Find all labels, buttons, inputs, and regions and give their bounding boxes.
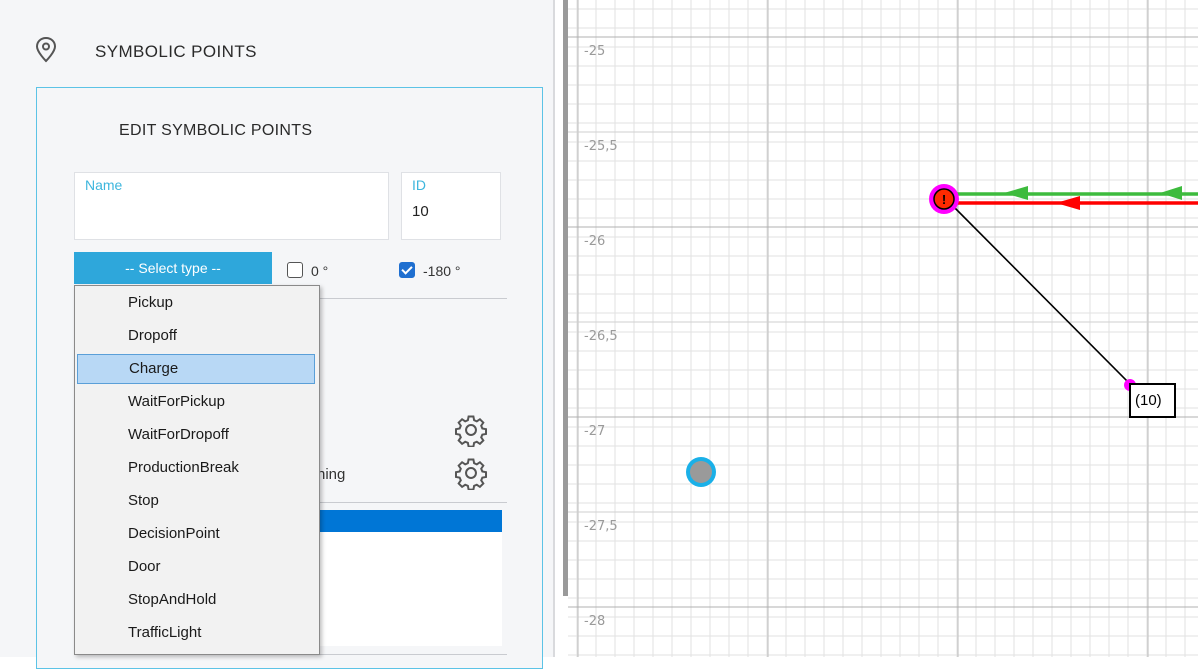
settings-gear-icon[interactable] <box>454 456 488 490</box>
symbolic-point-label: (10) <box>1135 392 1162 409</box>
dropdown-option[interactable]: StopAndHold <box>77 585 315 615</box>
panel-title: SYMBOLIC POINTS <box>95 42 257 61</box>
angle-180-checkbox[interactable] <box>399 262 415 278</box>
dropdown-option[interactable]: Pickup <box>77 288 315 318</box>
name-field[interactable]: Name <box>74 172 389 240</box>
robot-node-inner <box>690 461 712 483</box>
id-value: 10 <box>412 203 429 220</box>
y-axis-label: -26,5 <box>584 329 618 344</box>
panel-border <box>553 0 555 657</box>
divider-line <box>312 502 507 503</box>
y-axis-label: -27,5 <box>584 519 618 534</box>
divider-line <box>312 654 507 655</box>
dropdown-option[interactable]: WaitForDropoff <box>77 420 315 450</box>
points-list-selected-row[interactable] <box>312 510 502 532</box>
angle-0-checkbox[interactable] <box>287 262 303 278</box>
map-background <box>568 0 1198 657</box>
dropdown-option[interactable]: Stop <box>77 486 315 516</box>
angle-180-label: -180 ° <box>423 263 461 279</box>
dropdown-option[interactable]: Dropoff <box>77 321 315 351</box>
name-label: Name <box>85 177 123 193</box>
dropdown-option[interactable]: Door <box>77 552 315 582</box>
y-axis-label: -25,5 <box>584 139 618 154</box>
y-axis-label: -28 <box>584 614 605 629</box>
id-label: ID <box>412 177 426 193</box>
partial-option-label: ning <box>317 466 346 483</box>
map-canvas[interactable]: -25 -25,5 -26 -26,5 -27 -27,5 -28 ! (10) <box>568 0 1198 657</box>
warning-icon: ! <box>942 192 946 207</box>
dropdown-option[interactable]: ProductionBreak <box>77 453 315 483</box>
dropdown-option[interactable]: DecisionPoint <box>77 519 315 549</box>
divider-line <box>312 298 507 299</box>
select-type-dropdown[interactable]: -- Select type -- <box>74 252 272 284</box>
dropdown-option[interactable]: TrafficLight <box>77 618 315 648</box>
type-dropdown-menu[interactable]: Pickup Dropoff Charge WaitForPickup WaitForD… <box>74 285 320 655</box>
location-pin-icon <box>35 36 57 63</box>
settings-gear-icon[interactable] <box>454 413 488 447</box>
angle-0-label: 0 ° <box>311 263 329 279</box>
angle-0-option[interactable]: 0 ° <box>287 262 328 279</box>
y-axis-label: -27 <box>584 424 605 439</box>
edit-section-title: EDIT SYMBOLIC POINTS <box>119 122 313 139</box>
dropdown-option[interactable]: Charge <box>77 354 315 384</box>
y-axis-label: -25 <box>584 44 605 59</box>
y-axis-label: -26 <box>584 234 605 249</box>
angle-180-option[interactable]: -180 ° <box>399 262 461 279</box>
dropdown-option[interactable]: WaitForPickup <box>77 387 315 417</box>
id-field[interactable]: ID 10 <box>401 172 501 240</box>
